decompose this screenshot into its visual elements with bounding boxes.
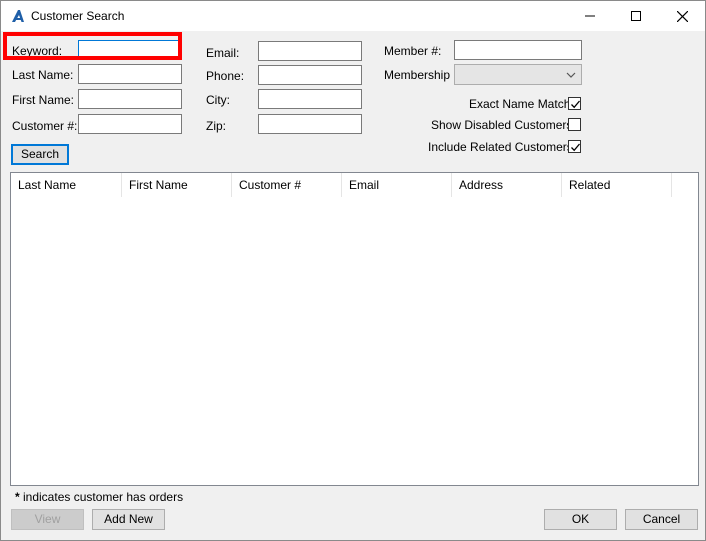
city-label: City: [206, 93, 230, 107]
minimize-icon [585, 15, 595, 17]
membership-dropdown[interactable] [454, 64, 582, 85]
window-title: Customer Search [31, 9, 125, 23]
member-number-label: Member #: [384, 44, 442, 58]
member-number-field[interactable] [454, 40, 582, 60]
customer-number-field[interactable] [78, 114, 182, 134]
customer-number-label: Customer #: [12, 119, 78, 133]
zip-field[interactable] [258, 114, 362, 134]
cancel-button[interactable]: Cancel [625, 509, 698, 530]
checkmark-icon [571, 100, 580, 109]
maximize-icon [631, 11, 641, 21]
customer-search-window: Customer Search Keyword: Last Name: Firs… [0, 0, 706, 541]
show-disabled-checkbox[interactable] [568, 118, 581, 131]
exact-name-match-label: Exact Name Match [469, 97, 571, 111]
email-field[interactable] [258, 41, 362, 61]
zip-label: Zip: [206, 119, 227, 133]
ok-button[interactable]: OK [544, 509, 617, 530]
checkmark-icon [571, 143, 580, 152]
column-header-email[interactable]: Email [342, 173, 452, 197]
column-header-first-name[interactable]: First Name [122, 173, 232, 197]
email-label: Email: [206, 46, 240, 60]
close-icon [676, 10, 688, 22]
include-related-checkbox[interactable] [568, 140, 581, 153]
first-name-label: First Name: [12, 93, 75, 107]
orders-footnote: * indicates customer has orders [15, 490, 183, 504]
last-name-label: Last Name: [12, 68, 74, 82]
membership-label: Membership [384, 68, 451, 82]
minimize-button[interactable] [567, 1, 613, 31]
add-new-button[interactable]: Add New [92, 509, 165, 530]
footnote-text: indicates customer has orders [19, 490, 184, 504]
keyword-field[interactable] [78, 40, 182, 60]
keyword-label: Keyword: [12, 44, 63, 58]
column-header-customer-number[interactable]: Customer # [232, 173, 342, 197]
chevron-down-icon [565, 69, 577, 81]
include-related-label: Include Related Customers [428, 140, 573, 154]
first-name-field[interactable] [78, 89, 182, 109]
grid-header: Last Name First Name Customer # Email Ad… [11, 173, 672, 197]
results-grid[interactable]: Last Name First Name Customer # Email Ad… [10, 172, 699, 486]
city-field[interactable] [258, 89, 362, 109]
exact-name-match-checkbox[interactable] [568, 97, 581, 110]
column-header-last-name[interactable]: Last Name [11, 173, 122, 197]
last-name-field[interactable] [78, 64, 182, 84]
close-button[interactable] [659, 1, 705, 31]
phone-field[interactable] [258, 65, 362, 85]
view-button[interactable]: View [11, 509, 84, 530]
column-header-address[interactable]: Address [452, 173, 562, 197]
show-disabled-label: Show Disabled Customers [431, 118, 573, 132]
app-logo-icon [10, 8, 26, 24]
maximize-button[interactable] [613, 1, 659, 31]
column-header-related[interactable]: Related [562, 173, 672, 197]
title-bar[interactable]: Customer Search [1, 1, 705, 31]
phone-label: Phone: [206, 69, 245, 83]
search-button[interactable]: Search [11, 144, 69, 165]
